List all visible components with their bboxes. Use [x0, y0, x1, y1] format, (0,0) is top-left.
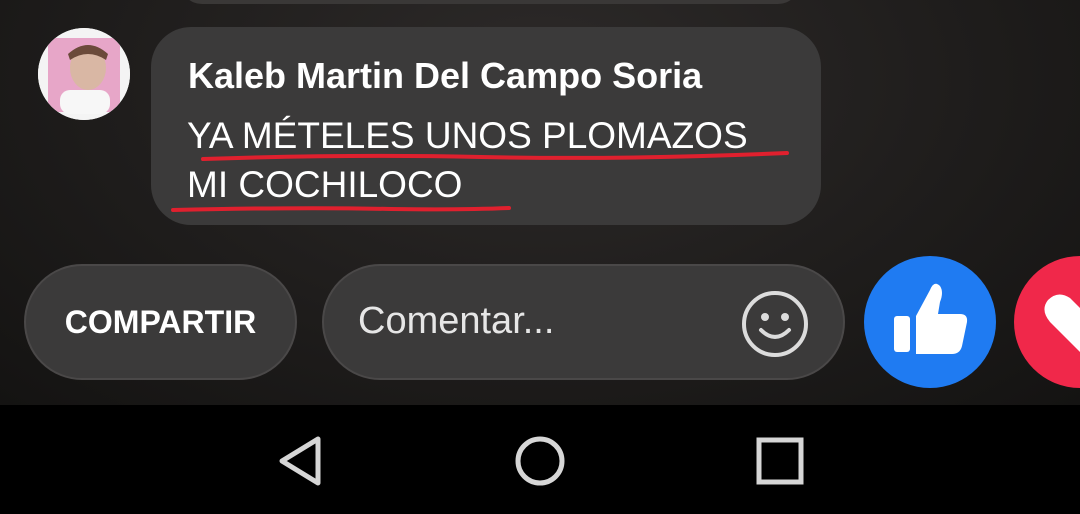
live-video-screen: Kaleb Martin Del Campo Soria YA MÉTELES …	[0, 0, 1080, 514]
comment-text-line1: YA MÉTELES UNOS PLOMAZOS	[187, 115, 748, 156]
comment-author[interactable]: Kaleb Martin Del Campo Soria	[188, 55, 702, 97]
comment-text-line2: MI COCHILOCO	[187, 164, 463, 205]
square-recents-icon[interactable]	[752, 433, 808, 489]
comment-input[interactable]: Comentar...	[322, 264, 845, 380]
system-navigation-bar	[0, 405, 1080, 514]
live-comments-area: Kaleb Martin Del Campo Soria YA MÉTELES …	[0, 0, 1080, 405]
circle-home-icon[interactable]	[512, 433, 568, 489]
heart-icon[interactable]	[1014, 256, 1080, 388]
thumbs-up-icon[interactable]	[864, 256, 996, 388]
comment-text: YA MÉTELES UNOS PLOMAZOS MI COCHILOCO	[187, 111, 748, 209]
avatar-photo	[38, 28, 130, 120]
share-button[interactable]: COMPARTIR	[24, 264, 297, 380]
smiley-icon[interactable]	[741, 290, 809, 358]
previous-comment-bubble	[180, 0, 800, 4]
comment-placeholder: Comentar...	[358, 300, 555, 342]
triangle-back-icon[interactable]	[274, 433, 330, 489]
comment-bubble: Kaleb Martin Del Campo Soria YA MÉTELES …	[151, 27, 821, 225]
avatar[interactable]	[38, 28, 130, 120]
